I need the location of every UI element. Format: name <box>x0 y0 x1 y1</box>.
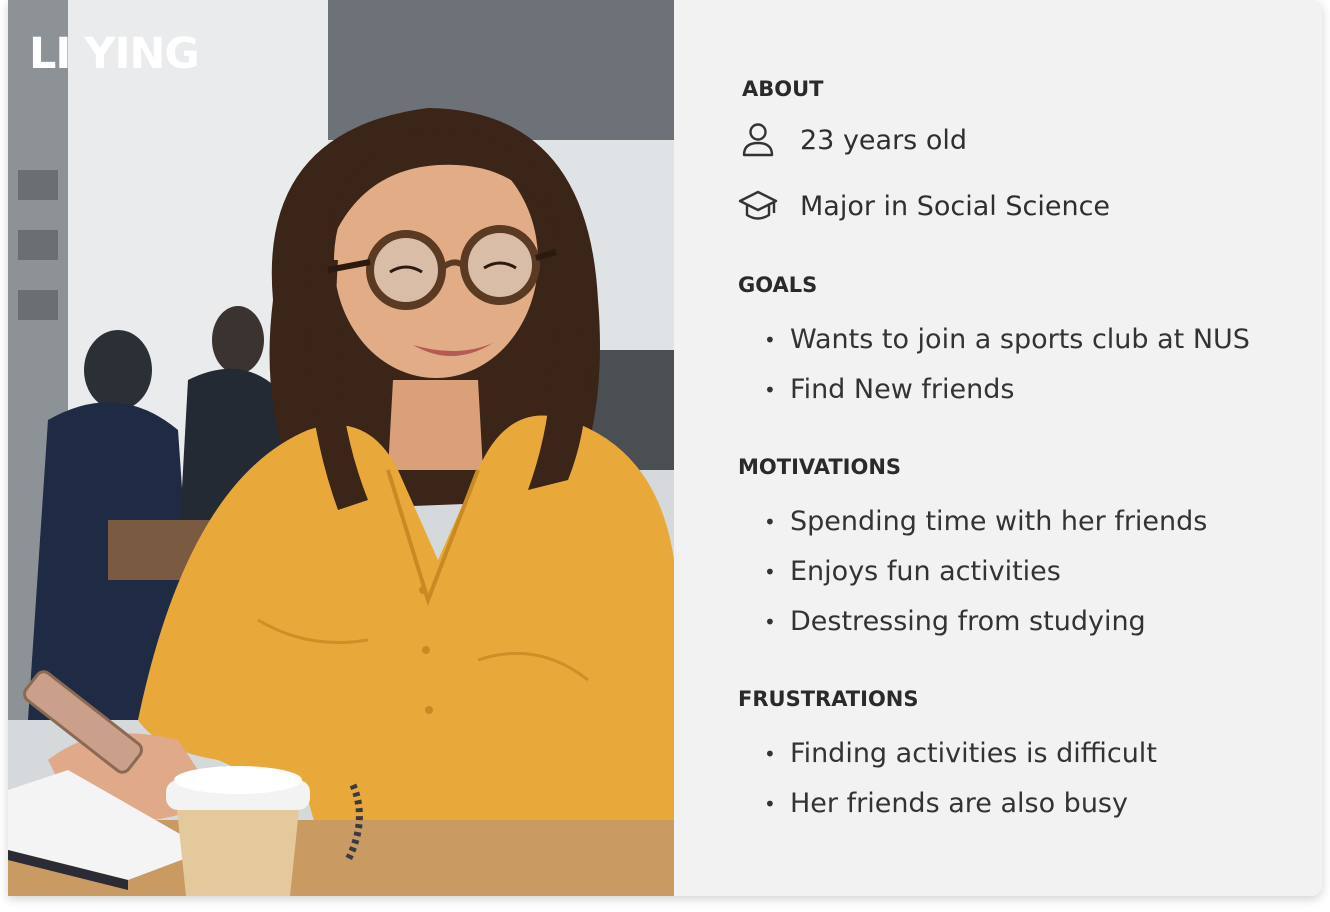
persona-name: LI YING <box>29 29 200 79</box>
list-item: • Enjoys fun activities <box>764 556 1061 587</box>
list-item: • Finding activities is difficult <box>764 738 1157 769</box>
persona-details: ABOUT 23 years old Major in Social Scien… <box>674 0 1322 896</box>
major-row: Major in Social Science <box>738 186 1110 226</box>
goals-list: • Wants to join a sports club at NUS • Fin… <box>764 322 1250 422</box>
about-heading: ABOUT <box>742 77 824 101</box>
frustrations-heading: FRUSTRATIONS <box>738 687 919 711</box>
persona-photo-illustration <box>8 0 674 896</box>
age-row: 23 years old <box>738 120 967 160</box>
list-item: • Her friends are also busy <box>764 788 1128 819</box>
list-item: • Wants to join a sports club at NUS <box>764 324 1250 355</box>
list-item: • Spending time with her friends <box>764 506 1208 537</box>
list-item: • Find New friends <box>764 374 1015 405</box>
persona-card: LI YING ABOUT 23 years old Major in Soci… <box>8 0 1322 896</box>
motivations-heading: MOTIVATIONS <box>738 455 902 479</box>
goals-heading: GOALS <box>738 273 818 297</box>
persona-photo: LI YING <box>8 0 674 896</box>
person-icon <box>738 120 778 160</box>
list-item: • Destressing from studying <box>764 606 1146 637</box>
motivations-list: • Spending time with her friends • Enjoys … <box>764 504 1207 654</box>
age-text: 23 years old <box>800 124 967 156</box>
frustrations-list: • Finding activities is difficult • Her fr… <box>764 736 1157 836</box>
major-text: Major in Social Science <box>800 190 1111 222</box>
graduation-cap-icon <box>738 186 778 226</box>
